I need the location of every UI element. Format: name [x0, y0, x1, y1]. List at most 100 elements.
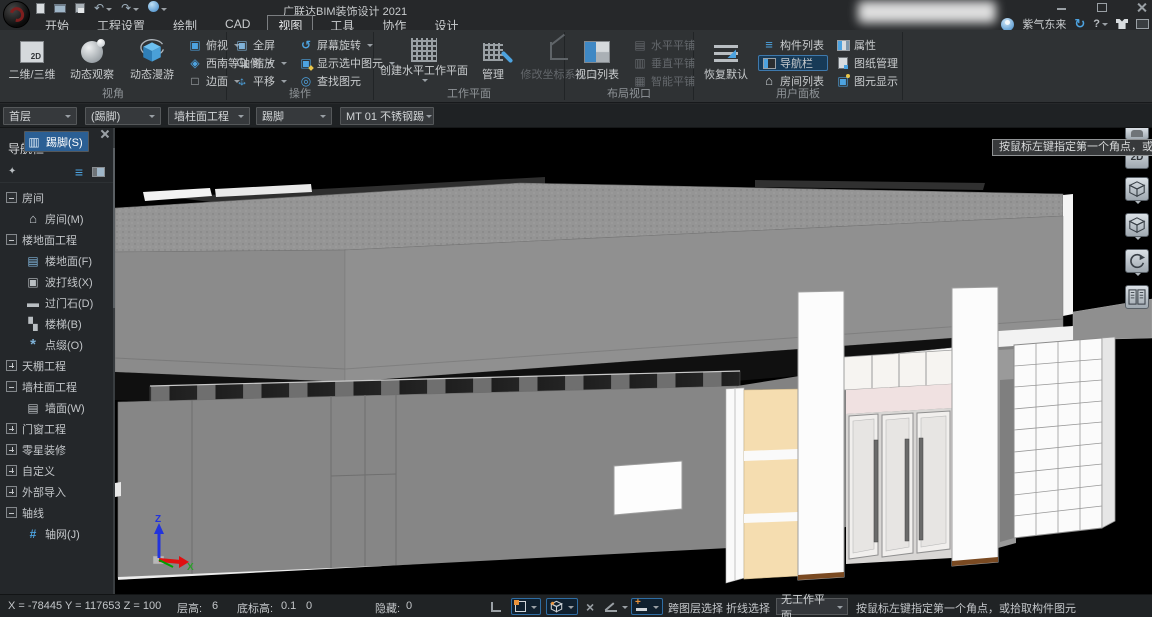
- viewport-list-button[interactable]: 视口列表: [569, 33, 625, 87]
- building-model[interactable]: Z X: [115, 128, 1152, 594]
- tree-group-custom[interactable]: 自定义: [0, 460, 113, 481]
- skirting-mode-button[interactable]: [631, 598, 663, 615]
- walkthrough-button[interactable]: 动态漫游: [124, 33, 180, 87]
- zoom-button[interactable]: 缩放: [231, 55, 291, 71]
- tree-item-floor[interactable]: 楼地面(F): [24, 250, 113, 271]
- white-pillar-right[interactable]: [952, 287, 998, 566]
- tree-group-ceiling-works[interactable]: 天棚工程: [0, 355, 113, 376]
- cross-layer-select-toggle[interactable]: 跨图层选择: [668, 600, 723, 616]
- expand-icon[interactable]: [6, 444, 17, 455]
- collapse-icon[interactable]: [6, 507, 17, 518]
- tree-group-floor-works[interactable]: 楼地面工程: [0, 229, 113, 250]
- expand-icon[interactable]: [6, 360, 17, 371]
- tree-group-external-import[interactable]: 外部导入: [0, 481, 113, 502]
- tree-group-misc-decoration[interactable]: 零星装修: [0, 439, 113, 460]
- app-logo-icon[interactable]: [3, 1, 30, 28]
- 2d-3d-button[interactable]: 2D 二维/三维: [4, 33, 60, 87]
- ribbon-group-view-angle: 2D 二维/三维 动态观察 动态漫游 俯视 西南等轴侧 边面: [0, 30, 226, 102]
- fullscreen-button[interactable]: 全屏: [231, 37, 291, 53]
- pin-icon[interactable]: [8, 166, 19, 177]
- panel-mode-icon[interactable]: [92, 167, 105, 177]
- view-cube-button[interactable]: [1125, 177, 1149, 201]
- restore-default-button[interactable]: 恢复默认: [698, 33, 754, 87]
- collapse-icon[interactable]: [6, 381, 17, 392]
- avatar[interactable]: [1001, 18, 1014, 31]
- collaborate-button[interactable]: [148, 1, 167, 15]
- component-list-button[interactable]: 构件列表: [758, 37, 828, 53]
- viewport-panel-button[interactable]: [1125, 285, 1149, 309]
- tree-group-door-window[interactable]: 门窗工程: [0, 418, 113, 439]
- tree-group-axis[interactable]: 轴线: [0, 502, 113, 523]
- view-cube-mode-button[interactable]: [546, 598, 578, 615]
- drawing-management-button[interactable]: 图纸管理: [832, 55, 902, 71]
- tree-item-skirting[interactable]: 踢脚(S): [24, 131, 89, 152]
- door-handle[interactable]: [919, 438, 923, 540]
- shaded-cube-icon: [1128, 216, 1146, 234]
- white-pillar-left[interactable]: [798, 291, 844, 580]
- open-file-icon[interactable]: [54, 4, 66, 13]
- tree-item-ornament[interactable]: 点缀(O): [24, 334, 113, 355]
- show-selected-icon: [299, 56, 313, 70]
- panel-close-icon[interactable]: [100, 129, 109, 138]
- expand-icon[interactable]: [6, 486, 17, 497]
- rotate-view-button[interactable]: [1125, 249, 1149, 273]
- tree-group-wall-works[interactable]: 墙柱面工程: [0, 376, 113, 397]
- theme-icon[interactable]: [1116, 19, 1128, 29]
- 3d-viewport[interactable]: Z X 按鼠标左键指定第一个角点，或拾取构 2D: [115, 128, 1152, 594]
- tree-item-axis-grid[interactable]: 轴网(J): [24, 523, 113, 544]
- undo-button[interactable]: ↶: [94, 2, 112, 15]
- base-elevation-value: 0.1: [281, 600, 296, 612]
- curtain-grid-panel[interactable]: [1014, 337, 1115, 538]
- properties-button[interactable]: 属性: [832, 37, 902, 53]
- component-select[interactable]: (踢脚): [85, 107, 161, 125]
- tree-item-wall-surface[interactable]: 墙面(W): [24, 397, 113, 418]
- glass-doors[interactable]: [849, 411, 950, 559]
- tree-group-room[interactable]: 房间: [0, 187, 113, 208]
- tree-item-door-stone[interactable]: 过门石(D): [24, 292, 113, 313]
- sync-icon[interactable]: ↻: [1074, 18, 1085, 30]
- collapse-icon[interactable]: [6, 192, 17, 203]
- navigator-toggle-button[interactable]: 导航栏: [758, 55, 828, 71]
- project-type-select[interactable]: 墙柱面工程: [168, 107, 250, 125]
- wall-opening[interactable]: [614, 461, 682, 515]
- polyline-select-toggle[interactable]: 折线选择: [726, 600, 770, 616]
- workplane-grid-icon: [408, 37, 440, 63]
- floor-select[interactable]: 首层: [3, 107, 77, 125]
- orbit-icon: [76, 37, 108, 67]
- manage-workplane-button[interactable]: 管理: [474, 33, 512, 87]
- tree-item-room[interactable]: 房间(M): [24, 208, 113, 229]
- window-controls: [1056, 2, 1148, 12]
- display-style-button[interactable]: [1125, 213, 1149, 237]
- list-mode-icon[interactable]: [72, 165, 86, 179]
- ribbon-group-operations: 全屏 缩放 平移 屏幕旋转 显示选中图元 查找图元 操作: [227, 30, 373, 102]
- selection-frame-button[interactable]: [511, 598, 541, 615]
- redo-button[interactable]: ↷: [121, 2, 139, 15]
- angle-icon: [605, 602, 617, 612]
- tree-item-border-line[interactable]: 波打线(X): [24, 271, 113, 292]
- expand-icon[interactable]: [6, 423, 17, 434]
- restore-icon[interactable]: [1096, 2, 1108, 12]
- expand-icon[interactable]: [6, 465, 17, 476]
- workplane-select[interactable]: 无工作平面: [776, 598, 848, 615]
- collapse-icon[interactable]: [6, 234, 17, 245]
- help-button[interactable]: ?: [1093, 18, 1108, 30]
- deselect-button[interactable]: ×: [583, 598, 597, 615]
- 2d-3d-icon: 2D: [16, 37, 48, 67]
- save-icon[interactable]: [75, 3, 85, 13]
- minimize-icon[interactable]: [1056, 2, 1068, 12]
- create-workplane-button[interactable]: 创建水平工作平面: [378, 33, 470, 87]
- door-handle[interactable]: [905, 439, 909, 541]
- close-icon[interactable]: [1136, 2, 1148, 12]
- tree-item-stairs[interactable]: 楼梯(B): [24, 313, 113, 334]
- material-select[interactable]: MT 01 不锈钢踢: [340, 107, 434, 125]
- door-handle[interactable]: [874, 440, 878, 542]
- vertical-tile-button: 垂直平铺: [629, 55, 699, 71]
- category-select[interactable]: 踢脚: [256, 107, 332, 125]
- new-file-icon[interactable]: [36, 3, 45, 14]
- x-icon: ×: [586, 600, 594, 614]
- angle-snap-button[interactable]: [602, 598, 631, 615]
- beige-panel[interactable]: [744, 389, 798, 579]
- ortho-corner-button[interactable]: [488, 598, 504, 615]
- orbit-button[interactable]: 动态观察: [64, 33, 120, 87]
- monitor-icon[interactable]: [1136, 19, 1149, 29]
